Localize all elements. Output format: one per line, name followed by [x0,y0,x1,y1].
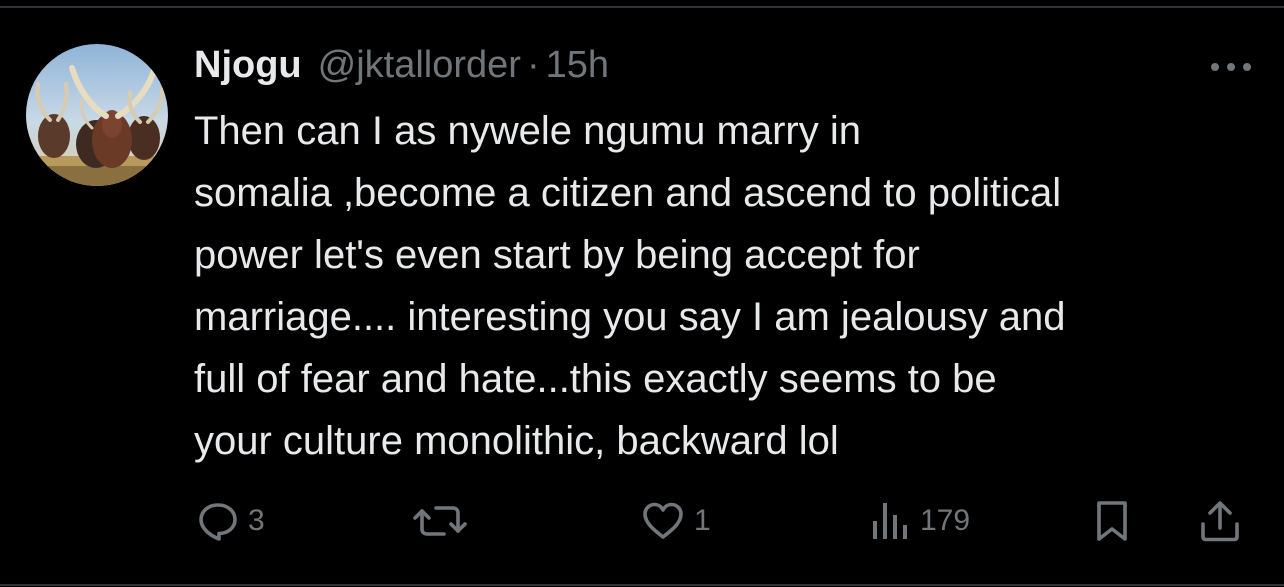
author-display-name[interactable]: Njogu [194,44,302,87]
more-dots-icon [1211,63,1251,71]
retweet-arrows-icon [413,506,467,536]
views-button[interactable]: 179 [868,496,970,546]
views-count: 179 [920,504,971,537]
views-bars-icon [873,503,907,539]
reply-button[interactable]: 3 [196,496,265,546]
bookmark-button[interactable] [1092,496,1132,546]
heart-icon [643,502,683,539]
share-upload-icon [1201,501,1239,542]
avatar[interactable] [26,44,168,186]
like-button[interactable]: 1 [640,496,711,546]
more-options-button[interactable] [1208,58,1254,76]
tweet-timestamp[interactable]: 15h [546,44,609,87]
tweet-text: Then can I as nywele ngumu marry in soma… [194,109,1066,463]
share-button[interactable] [1198,496,1242,546]
header-separator: · [526,44,540,86]
author-handle[interactable]: @jktallorder [318,44,521,87]
cattle-herd-avatar-image [26,44,168,186]
bookmark-icon [1097,501,1127,541]
tweet-actions: 3 1 179 [194,496,1254,546]
reply-count: 3 [248,504,265,537]
like-count: 1 [694,504,711,537]
top-divider [0,6,1284,8]
retweet-button[interactable] [412,496,476,546]
bottom-divider [0,584,1284,586]
reply-bubble-icon [199,503,237,541]
tweet-header: Njogu @jktallorder · 15h [194,44,609,90]
